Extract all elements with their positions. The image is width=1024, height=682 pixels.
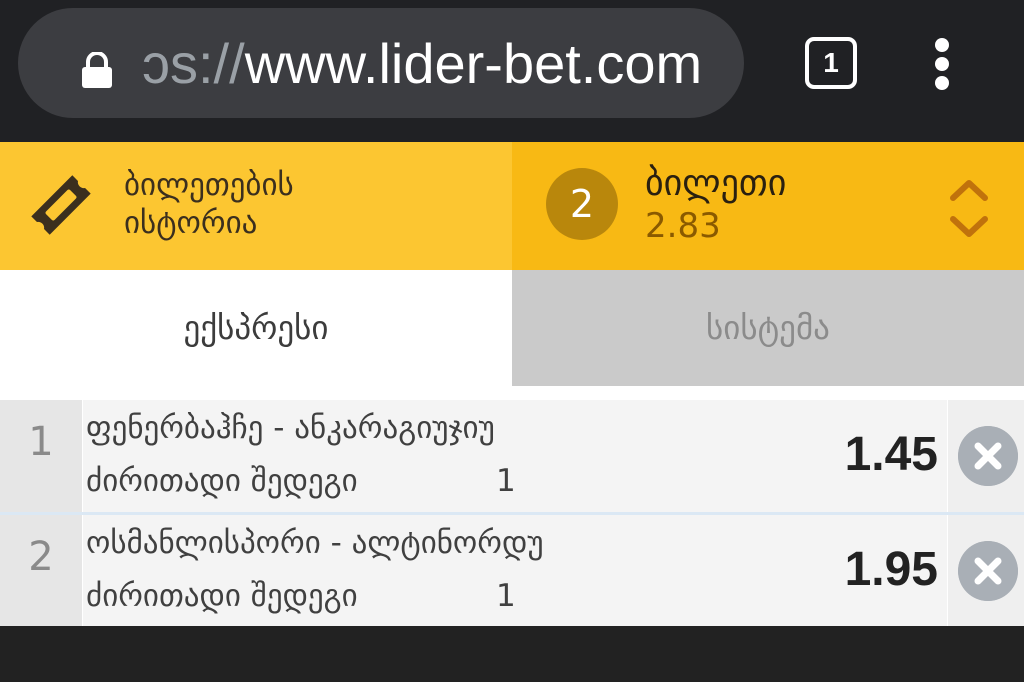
bet-odds: 1.95 <box>844 543 938 596</box>
ticket-icon <box>31 175 91 235</box>
bet-row: 1 ფენერბაჰჩე - ანკარაგიუჯიუ ძირითადი შედ… <box>0 400 1024 512</box>
bet-index: 1 <box>28 419 54 465</box>
remove-bet-icon[interactable] <box>958 541 1018 601</box>
history-label-line1: ბილეთების <box>124 167 294 203</box>
more-vert-icon[interactable] <box>930 38 954 90</box>
bet-row: 2 ოსმანლისპორი - ალტინორდუ ძირითადი შედე… <box>0 515 1024 627</box>
ticket-total-odds: 2.83 <box>645 206 721 246</box>
url-host: www.lider-bet.com <box>244 32 703 95</box>
bet-match: ოსმანლისპორი - ალტინორდუ <box>86 525 544 561</box>
bet-pick: 1 <box>496 463 516 499</box>
chevron-up-icon[interactable] <box>948 178 990 202</box>
browser-toolbar: ɔs://www.lider-bet.com 1 <box>0 0 1024 142</box>
bet-market: ძირითადი შედეგი <box>86 578 358 614</box>
tab-express[interactable]: ექსპრესი <box>0 270 512 386</box>
divider <box>0 386 1024 400</box>
ticket-history-label: ბილეთების ისტორია <box>124 166 484 242</box>
ticket-count-badge: 2 <box>546 168 618 240</box>
bet-match: ფენერბაჰჩე - ანკარაგიუჯიუ <box>86 410 495 446</box>
chevron-down-icon[interactable] <box>948 214 990 238</box>
history-label-line2: ისტორია <box>124 205 258 241</box>
address-bar[interactable]: ɔs://www.lider-bet.com <box>18 8 744 118</box>
bet-odds: 1.45 <box>844 428 938 481</box>
lock-icon <box>82 52 112 88</box>
tab-switcher-button[interactable]: 1 <box>805 37 857 89</box>
bottom-bar <box>0 626 1024 682</box>
url-scheme: ɔs:// <box>142 32 245 95</box>
ticket-title: ბილეთი <box>645 163 787 204</box>
bet-pick: 1 <box>496 578 516 614</box>
bet-index: 2 <box>28 534 54 580</box>
bet-market: ძირითადი შედეგი <box>86 463 358 499</box>
remove-bet-icon[interactable] <box>958 426 1018 486</box>
tab-system[interactable]: სისტემა <box>512 270 1024 386</box>
url-text: ɔs://www.lider-bet.com <box>142 34 702 94</box>
